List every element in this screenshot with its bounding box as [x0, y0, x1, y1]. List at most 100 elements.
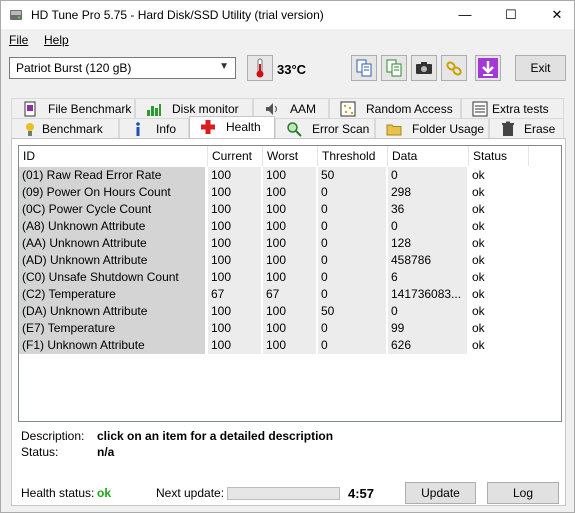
exit-button[interactable]: Exit — [515, 55, 566, 81]
info-icon — [136, 122, 140, 136]
copy-green-icon — [386, 59, 402, 77]
cell-status: ok — [472, 338, 485, 352]
tab-disk-monitor[interactable]: Disk monitor — [135, 98, 253, 118]
tab-random-access[interactable]: Random Access — [329, 98, 461, 118]
cell-status: ok — [472, 321, 485, 335]
options-button[interactable] — [441, 55, 467, 81]
cell-status: ok — [472, 168, 485, 182]
cell-status: ok — [472, 202, 485, 216]
cell-worst: 100 — [263, 184, 316, 201]
thermometer-icon — [256, 58, 264, 78]
thermometer-button[interactable] — [247, 55, 273, 81]
extra-tests-icon — [472, 101, 488, 117]
screenshot-button[interactable] — [411, 55, 437, 81]
update-button[interactable]: Update — [405, 482, 476, 504]
copy-all-button[interactable] — [381, 55, 407, 81]
cell-data: 141736083... — [388, 286, 467, 303]
menu-help[interactable]: Help — [44, 33, 69, 47]
cell-id: (AD) Unknown Attribute — [19, 252, 205, 269]
download-arrow-icon — [478, 58, 498, 78]
tab-extra-tests[interactable]: Extra tests — [461, 98, 564, 118]
cell-current: 100 — [208, 218, 261, 235]
tab-folder-usage[interactable]: Folder Usage — [375, 118, 489, 138]
cell-current: 100 — [208, 184, 261, 201]
menu-file[interactable]: File — [9, 33, 28, 47]
cell-id: (C0) Unsafe Shutdown Count — [19, 269, 205, 286]
menu-file-label: File — [9, 33, 29, 47]
cell-current: 100 — [208, 303, 261, 320]
next-update-label: Next update: — [156, 486, 225, 500]
cell-status: ok — [472, 185, 485, 199]
cell-threshold: 0 — [318, 201, 386, 218]
window-title: HD Tune Pro 5.75 - Hard Disk/SSD Utility… — [31, 8, 324, 22]
table-row[interactable]: (AD) Unknown Attribute 100 100 0 458786 ok — [19, 252, 559, 269]
copy-icon — [356, 59, 372, 77]
cell-data: 458786 — [388, 252, 467, 269]
tab-label: Erase — [524, 122, 556, 136]
cell-data: 36 — [388, 201, 467, 218]
health-cross-icon — [201, 120, 215, 134]
cell-worst: 100 — [263, 252, 316, 269]
cell-data: 0 — [388, 303, 467, 320]
tab-row-bottom: Benchmark Info Health Error Scan Folder … — [11, 116, 564, 138]
column-header-threshold[interactable]: Threshold — [318, 146, 388, 166]
drive-select[interactable]: Patriot Burst (120 gB) ▼ — [9, 57, 236, 79]
table-row[interactable]: (DA) Unknown Attribute 100 100 50 0 ok — [19, 303, 559, 320]
tab-benchmark[interactable]: Benchmark — [11, 118, 119, 138]
cell-threshold: 0 — [318, 320, 386, 337]
cell-current: 100 — [208, 320, 261, 337]
tab-error-scan[interactable]: Error Scan — [275, 118, 375, 138]
app-disk-icon — [10, 10, 22, 20]
tab-label: Health — [226, 120, 261, 134]
table-row[interactable]: (01) Raw Read Error Rate 100 100 50 0 ok — [19, 167, 559, 184]
cell-threshold: 0 — [318, 184, 386, 201]
column-header-worst[interactable]: Worst — [263, 146, 318, 166]
menu-help-label: Help — [44, 33, 69, 47]
cell-data: 128 — [388, 235, 467, 252]
table-row[interactable]: (0C) Power Cycle Count 100 100 0 36 ok — [19, 201, 559, 218]
table-row[interactable]: (C0) Unsafe Shutdown Count 100 100 0 6 ok — [19, 269, 559, 286]
close-button[interactable]: ✕ — [534, 1, 575, 29]
column-header-current[interactable]: Current — [208, 146, 263, 166]
tab-health[interactable]: Health — [189, 116, 275, 138]
cell-threshold: 50 — [318, 167, 386, 184]
save-button[interactable] — [475, 55, 501, 81]
maximize-button[interactable]: ☐ — [488, 1, 534, 29]
cell-id: (F1) Unknown Attribute — [19, 337, 205, 354]
column-header-data[interactable]: Data — [388, 146, 469, 166]
log-button[interactable]: Log — [487, 482, 559, 504]
cell-worst: 100 — [263, 320, 316, 337]
speaker-icon — [266, 103, 277, 115]
minimize-button[interactable]: — — [442, 1, 488, 29]
column-header-status[interactable]: Status — [469, 146, 529, 166]
app-window: HD Tune Pro 5.75 - Hard Disk/SSD Utility… — [0, 0, 575, 513]
cell-current: 100 — [208, 167, 261, 184]
table-row[interactable]: (F1) Unknown Attribute 100 100 0 626 ok — [19, 337, 559, 354]
tab-erase[interactable]: Erase — [489, 118, 564, 138]
cell-worst: 100 — [263, 167, 316, 184]
tab-label: Error Scan — [312, 122, 370, 136]
camera-icon — [416, 62, 432, 74]
copy-info-button[interactable] — [351, 55, 377, 81]
tab-file-benchmark[interactable]: File Benchmark — [11, 98, 135, 118]
tab-aam[interactable]: AAM — [253, 98, 329, 118]
table-row[interactable]: (AA) Unknown Attribute 100 100 0 128 ok — [19, 235, 559, 252]
tab-label: File Benchmark — [48, 102, 132, 116]
cell-id: (09) Power On Hours Count — [19, 184, 205, 201]
table-row[interactable]: (A8) Unknown Attribute 100 100 0 0 ok — [19, 218, 559, 235]
table-row[interactable]: (C2) Temperature 67 67 0 141736083... ok — [19, 286, 559, 303]
cell-data: 298 — [388, 184, 467, 201]
cell-data: 6 — [388, 269, 467, 286]
cell-current: 67 — [208, 286, 261, 303]
cell-status: ok — [472, 236, 485, 250]
tab-label: Extra tests — [492, 102, 549, 116]
smart-table: ID Current Worst Threshold Data Status (… — [18, 145, 562, 422]
tab-info[interactable]: Info — [119, 118, 189, 138]
table-row[interactable]: (E7) Temperature 100 100 0 99 ok — [19, 320, 559, 337]
chain-icon — [446, 61, 462, 76]
cell-threshold: 0 — [318, 286, 386, 303]
table-row[interactable]: (09) Power On Hours Count 100 100 0 298 ok — [19, 184, 559, 201]
column-header-id[interactable]: ID — [19, 146, 208, 166]
tab-label: AAM — [290, 102, 317, 116]
cell-worst: 100 — [263, 201, 316, 218]
